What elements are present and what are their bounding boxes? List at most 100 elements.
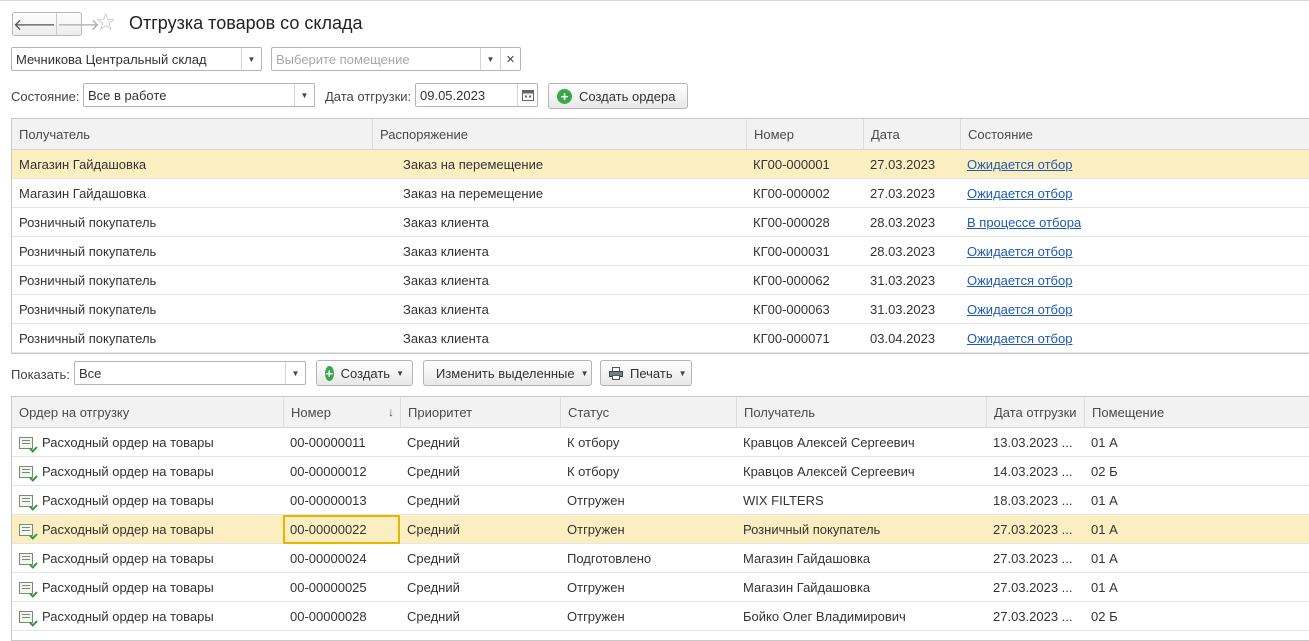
table-row[interactable]: Магазин Гайдашовка Заказ на перемещение КГ…: [12, 179, 1309, 208]
forward-button[interactable]: 🡒: [55, 13, 100, 35]
room-select[interactable]: Выберите помещение ▼ ✕: [271, 47, 521, 71]
create-orders-button[interactable]: + Создать ордера: [548, 83, 688, 109]
print-button[interactable]: Печать ▼: [600, 360, 692, 386]
cell-state[interactable]: Ожидается отбор: [960, 266, 1309, 295]
cell-state[interactable]: В процессе отбора: [960, 208, 1309, 237]
cell-status: Отгружен: [567, 580, 625, 595]
sort-down-icon[interactable]: ↓: [388, 397, 394, 428]
create-button[interactable]: + Создать ▼: [316, 360, 413, 386]
cell-number: КГ00-000028: [753, 215, 830, 230]
cell-state[interactable]: Ожидается отбор: [960, 150, 1309, 179]
chevron-down-icon[interactable]: ▼: [285, 362, 305, 384]
warehouse-select[interactable]: Мечникова Центральный склад ▼: [11, 47, 262, 71]
cell-shipment-date: 27.03.2023 ...: [993, 609, 1073, 624]
cell-date: 31.03.2023: [870, 302, 936, 317]
chevron-down-icon: ▼: [580, 368, 589, 378]
column-header-recipient[interactable]: Получатель: [12, 119, 372, 150]
cell-state[interactable]: Ожидается отбор: [960, 324, 1309, 353]
edit-selected-button[interactable]: Изменить выделенные ▼: [423, 360, 592, 386]
printer-icon: [609, 366, 623, 380]
shipment-order-label: Расходный ордер на товары: [42, 580, 214, 595]
state-value: Все в работе: [88, 87, 167, 103]
navigation-buttons: 🡐 🡒: [12, 12, 100, 36]
window-top-border: [0, 0, 1309, 4]
table-row[interactable]: Розничный покупатель Заказ клиента КГ00-00…: [12, 208, 1309, 237]
table-row[interactable]: Розничный покупатель Заказ клиента КГ00-00…: [12, 324, 1309, 353]
column-header-number[interactable]: Номер: [283, 397, 400, 428]
column-header-priority[interactable]: Приоритет: [400, 397, 560, 428]
document-posted-icon: [19, 610, 33, 623]
favorite-star-icon[interactable]: ☆: [95, 9, 117, 37]
warehouse-value: Мечникова Центральный склад: [16, 51, 207, 67]
shipment-order-label: Расходный ордер на товары: [42, 522, 214, 537]
table-row[interactable]: Расходный ордер на товары 00-00000028 Сред…: [12, 602, 1309, 631]
cell-shipment-order: Расходный ордер на товары: [12, 457, 283, 486]
arrow-left-icon: 🡐: [13, 16, 56, 34]
table-row[interactable]: Магазин Гайдашовка Заказ на перемещение КГ…: [12, 150, 1309, 179]
state-select[interactable]: Все в работе ▼: [83, 83, 315, 107]
cell-number: 00-00000025: [290, 580, 367, 595]
table-row[interactable]: Расходный ордер на товары 00-00000011 Сред…: [12, 428, 1309, 457]
cell-priority: Средний: [407, 464, 460, 479]
table-row[interactable]: Расходный ордер на товары 00-00000012 Сред…: [12, 457, 1309, 486]
clear-icon[interactable]: ✕: [500, 48, 520, 70]
cell-state[interactable]: Ожидается отбор: [960, 237, 1309, 266]
cell-room: 02 Б: [1091, 609, 1118, 624]
cell-status: Подготовлено: [567, 551, 652, 566]
calendar-icon[interactable]: [517, 84, 537, 106]
table-row[interactable]: Розничный покупатель Заказ клиента КГ00-00…: [12, 266, 1309, 295]
column-header-recipient[interactable]: Получатель: [736, 397, 986, 428]
cell-recipient: Розничный покупатель: [19, 273, 157, 288]
state-label: Состояние:: [11, 89, 80, 104]
column-header-room[interactable]: Помещение: [1084, 397, 1309, 428]
column-header-number[interactable]: Номер: [746, 119, 863, 150]
column-header-date[interactable]: Дата: [863, 119, 960, 150]
print-label: Печать: [630, 365, 673, 381]
column-header-shipment-date[interactable]: Дата отгрузки: [986, 397, 1084, 428]
cell-recipient: Розничный покупатель: [19, 215, 157, 230]
cell-date: 28.03.2023: [870, 215, 936, 230]
shipment-orders-table: Ордер на отгрузку Номер ↓ Приоритет Стат…: [11, 396, 1309, 641]
cell-shipment-order: Расходный ордер на товары: [12, 602, 283, 631]
cell-status: К отбору: [567, 435, 620, 450]
column-header-shipment-order[interactable]: Ордер на отгрузку: [12, 397, 283, 428]
date-field[interactable]: 09.05.2023: [415, 83, 538, 107]
cell-status: Отгружен: [567, 522, 625, 537]
table-row[interactable]: Расходный ордер на товары 00-00000013 Сред…: [12, 486, 1309, 515]
chevron-down-icon[interactable]: ▼: [294, 84, 314, 106]
cell-number: КГ00-000063: [753, 302, 830, 317]
table-row[interactable]: Расходный ордер на товары 00-00000025 Сред…: [12, 573, 1309, 602]
chevron-down-icon: ▼: [678, 368, 687, 378]
table-row[interactable]: Розничный покупатель Заказ клиента КГ00-00…: [12, 295, 1309, 324]
cell-recipient: Магазин Гайдашовка: [19, 186, 147, 201]
document-posted-icon: [19, 436, 33, 449]
cell-date: 27.03.2023: [870, 157, 936, 172]
orders-table-header: Получатель Распоряжение Номер Дата Состо…: [12, 119, 1309, 150]
cell-shipment-date: 18.03.2023 ...: [993, 493, 1073, 508]
table-row[interactable]: Расходный ордер на товары 00-00000022 Сред…: [12, 515, 1309, 544]
cell-instruction: Заказ на перемещение: [403, 186, 544, 201]
show-label: Показать:: [11, 367, 70, 382]
cell-instruction: Заказ клиента: [403, 331, 489, 346]
show-select[interactable]: Все ▼: [74, 361, 306, 385]
chevron-down-icon[interactable]: ▼: [241, 48, 261, 70]
cell-instruction: Заказ на перемещение: [403, 157, 544, 172]
cell-priority: Средний: [407, 493, 460, 508]
cell-number: 00-00000012: [290, 464, 367, 479]
cell-priority: Средний: [407, 435, 460, 450]
table-row[interactable]: Расходный ордер на товары 00-00000024 Сред…: [12, 544, 1309, 573]
cell-number: 00-00000024: [290, 551, 367, 566]
cell-state[interactable]: Ожидается отбор: [960, 179, 1309, 208]
column-header-status[interactable]: Статус: [560, 397, 736, 428]
column-header-instruction[interactable]: Распоряжение: [372, 119, 746, 150]
plus-icon: +: [557, 88, 572, 104]
cell-date: 27.03.2023: [870, 186, 936, 201]
column-header-state[interactable]: Состояние: [960, 119, 1309, 150]
shipment-order-label: Расходный ордер на товары: [42, 464, 214, 479]
cell-recipient: Розничный покупатель: [19, 331, 157, 346]
arrow-right-icon: 🡒: [56, 16, 100, 34]
cell-state[interactable]: Ожидается отбор: [960, 295, 1309, 324]
back-button[interactable]: 🡐: [13, 13, 56, 35]
chevron-down-icon[interactable]: ▼: [480, 48, 500, 70]
table-row[interactable]: Розничный покупатель Заказ клиента КГ00-00…: [12, 237, 1309, 266]
